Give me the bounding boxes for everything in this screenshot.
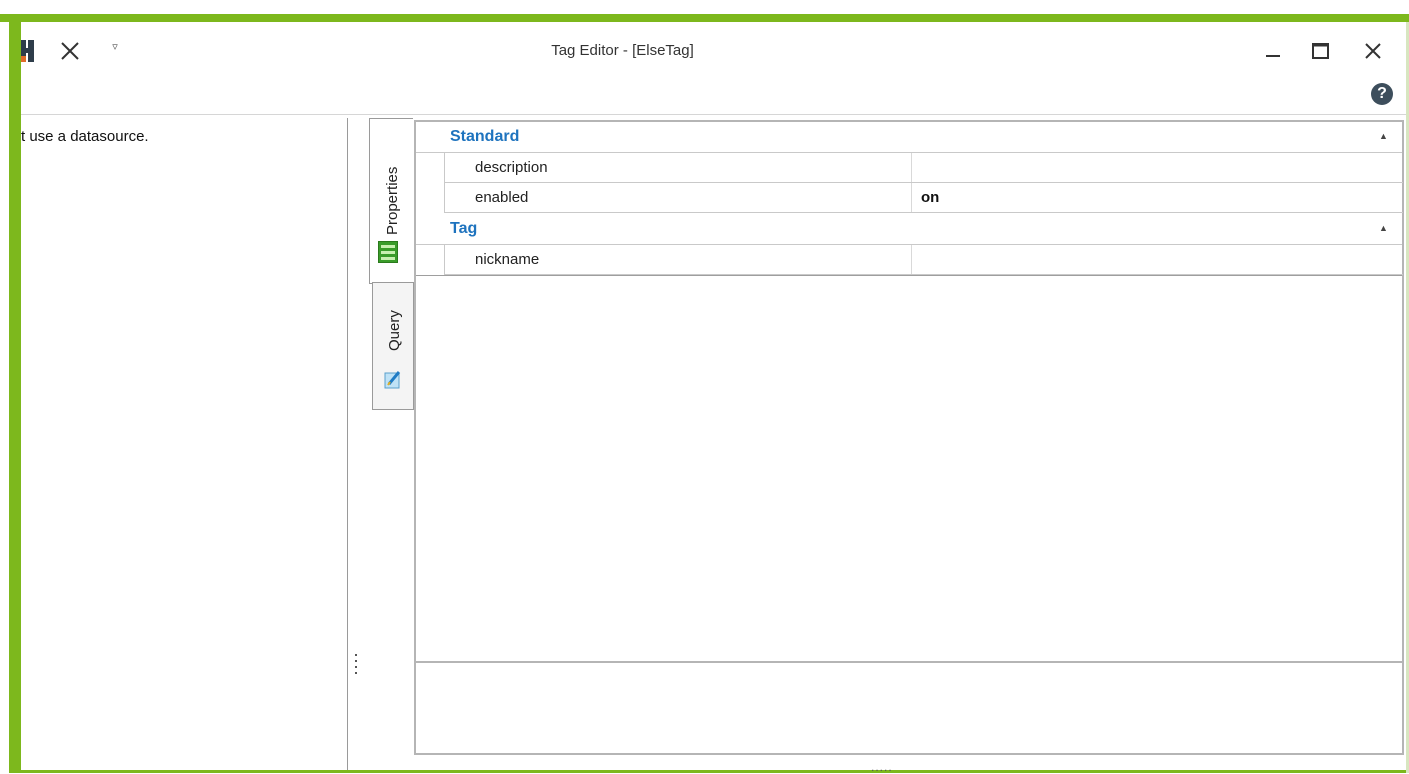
left-panel-text: t use a datasource. bbox=[21, 128, 149, 145]
window-accent-bar bbox=[0, 14, 1409, 22]
category-tag[interactable]: Tag ▲ bbox=[416, 214, 1402, 245]
property-name: enabled bbox=[475, 189, 529, 206]
window-frame-left bbox=[9, 14, 21, 773]
vertical-splitter-grip[interactable] bbox=[355, 654, 358, 676]
horizontal-splitter-grip[interactable]: ..... bbox=[871, 761, 893, 773]
property-name: description bbox=[475, 159, 548, 176]
column-separator bbox=[911, 183, 912, 212]
grid-end-line bbox=[416, 275, 1402, 276]
close-window-button[interactable] bbox=[1358, 36, 1388, 66]
column-separator bbox=[911, 245, 912, 274]
tab-properties-label: Properties bbox=[384, 166, 401, 235]
window-title: Tag Editor - [ElseTag] bbox=[551, 42, 694, 59]
property-grid: Standard ▲ description enabled on Tag ▲ … bbox=[414, 120, 1404, 663]
title-bar: ▿ Tag Editor - [ElseTag] ? bbox=[21, 22, 1406, 105]
column-separator bbox=[911, 153, 912, 182]
property-row-nickname[interactable]: nickname bbox=[444, 245, 1403, 275]
tab-query[interactable]: Query bbox=[372, 282, 414, 410]
description-panel bbox=[414, 663, 1404, 755]
query-icon bbox=[384, 369, 402, 389]
category-label: Standard bbox=[450, 128, 520, 145]
vertical-tabstrip: Properties Query bbox=[369, 118, 414, 418]
properties-icon bbox=[378, 241, 398, 263]
property-row-enabled[interactable]: enabled on bbox=[444, 183, 1403, 213]
collapse-icon[interactable]: ▲ bbox=[1379, 131, 1388, 141]
maximize-button[interactable] bbox=[1305, 36, 1335, 66]
tab-query-label: Query bbox=[386, 310, 403, 351]
collapse-icon[interactable]: ▲ bbox=[1379, 223, 1388, 233]
ribbon-divider bbox=[21, 114, 1406, 115]
property-row-description[interactable]: description bbox=[444, 153, 1403, 183]
minimize-button[interactable] bbox=[1258, 36, 1288, 66]
property-name: nickname bbox=[475, 251, 540, 268]
category-standard[interactable]: Standard ▲ bbox=[416, 122, 1402, 153]
left-panel: t use a datasource. bbox=[21, 118, 348, 770]
help-icon[interactable]: ? bbox=[1371, 83, 1393, 105]
tab-properties[interactable]: Properties bbox=[369, 118, 413, 284]
property-value[interactable]: on bbox=[921, 189, 939, 206]
category-label: Tag bbox=[450, 220, 478, 237]
